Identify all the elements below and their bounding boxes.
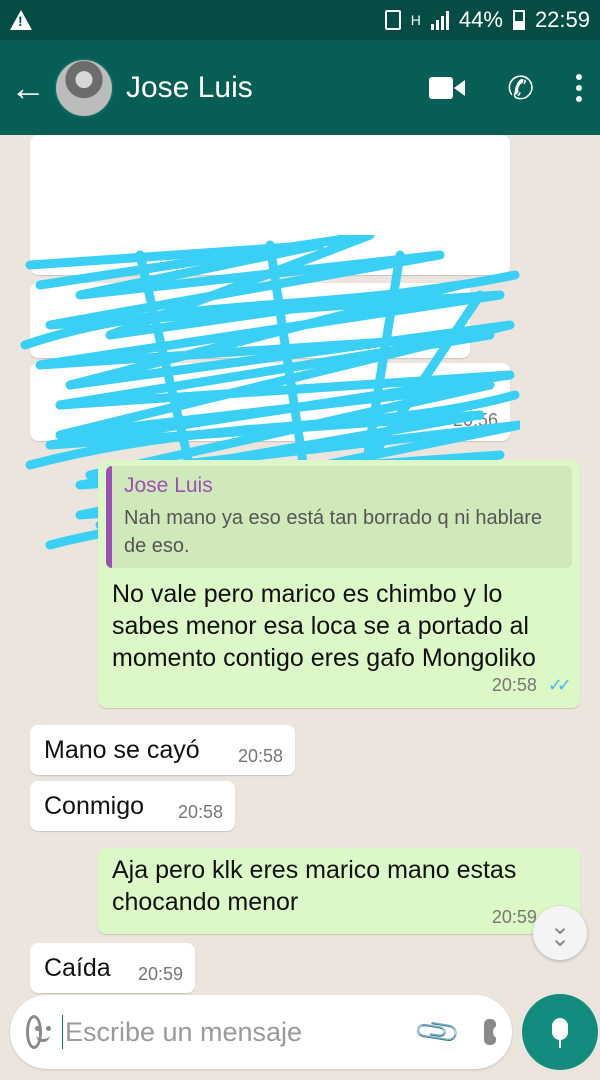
message-composer: 📎 (10, 995, 512, 1069)
chat-area[interactable]: 20:56 Jose Luis Nah mano ya eso está tan… (0, 135, 600, 995)
outgoing-message[interactable]: Jose Luis Nah mano ya eso está tan borra… (98, 460, 580, 708)
incoming-message[interactable]: Mano se cayó 20:58 (30, 725, 295, 775)
back-arrow-icon[interactable]: ← (10, 69, 50, 106)
incoming-message[interactable]: Caída 20:59 (30, 943, 195, 993)
battery-percent: 44% (458, 7, 503, 32)
message-text: Conmigo (44, 792, 145, 820)
message-time: 20:58 (491, 675, 537, 695)
message-text: Caída (44, 954, 111, 982)
camera-icon[interactable] (484, 1019, 507, 1045)
microphone-icon (552, 1018, 568, 1048)
quote-text: Nah mano ya eso está tan borrado q ni ha… (124, 507, 543, 557)
double-chevron-down-icon: ⌄ ⌄ (549, 913, 571, 952)
warning-icon (10, 10, 32, 30)
video-call-icon[interactable] (429, 76, 466, 99)
emoji-icon[interactable] (26, 1015, 51, 1049)
attach-icon[interactable]: 📎 (412, 1007, 463, 1058)
message-input[interactable] (62, 1016, 419, 1048)
clock: 22:59 (534, 7, 590, 32)
chat-header: ← Jose Luis ✆ (0, 40, 600, 135)
read-receipt-icon: ✓✓ (547, 675, 572, 695)
network-type: H (410, 12, 421, 28)
sim-icon (384, 10, 401, 30)
phone-icon[interactable]: ✆ (507, 72, 534, 104)
message-time: 20:58 (237, 746, 283, 766)
outgoing-message[interactable]: Aja pero klk eres marico mano estas choc… (98, 848, 580, 934)
message-text: Mano se cayó (44, 736, 200, 764)
quoted-message[interactable]: Jose Luis Nah mano ya eso está tan borra… (106, 466, 572, 568)
contact-name[interactable]: Jose Luis (126, 71, 429, 105)
incoming-message[interactable]: Conmigo 20:58 (30, 781, 235, 831)
signal-icon (430, 10, 449, 30)
quote-author: Jose Luis (124, 474, 213, 497)
more-vert-icon[interactable] (576, 73, 582, 102)
message-time: 20:58 (177, 802, 223, 822)
avatar[interactable] (54, 57, 114, 118)
voice-message-button[interactable] (522, 994, 598, 1070)
status-bar: H 44% 22:59 (0, 0, 600, 40)
battery-icon (512, 10, 525, 30)
message-time: 20:59 (491, 907, 537, 927)
message-meta: 20:58 ✓✓ (491, 669, 572, 698)
message-time: 20:59 (137, 964, 183, 984)
scroll-to-bottom-button[interactable]: ⌄ ⌄ (533, 906, 587, 960)
message-text: No vale pero marico es chimbo y lo sabes… (112, 580, 536, 672)
